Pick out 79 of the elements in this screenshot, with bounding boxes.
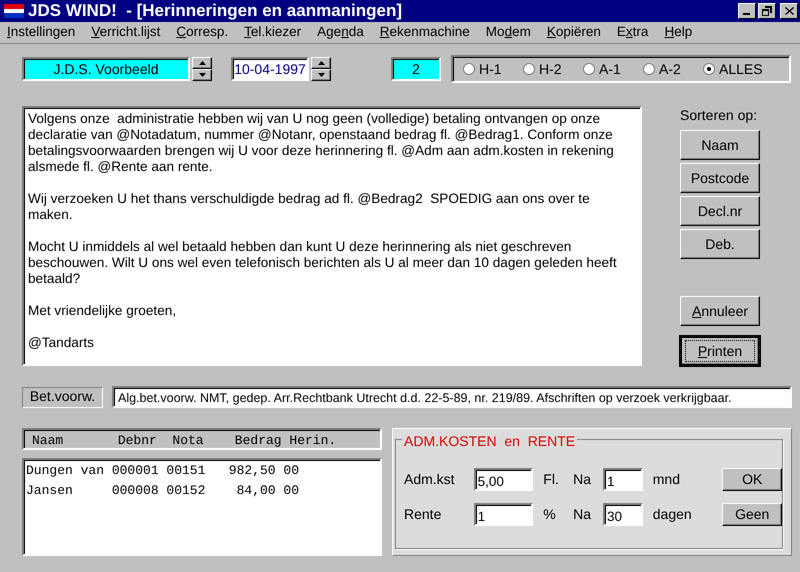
spin-up-button[interactable]	[311, 57, 331, 69]
sort-button[interactable]: Postcode	[680, 163, 760, 193]
unit-label: mnd	[652, 470, 681, 489]
menu-item[interactable]: Rekenmachine	[374, 22, 475, 43]
menu-item[interactable]: Kopiëren	[542, 22, 606, 43]
menu-item[interactable]: Corresp.	[171, 22, 234, 43]
field-label: Adm.kst	[404, 470, 456, 489]
down-arrow-icon	[198, 73, 206, 77]
patient-field[interactable]: J.D.S. Voorbeeld	[22, 57, 190, 81]
list-cell-text: Dungen van	[26, 462, 106, 480]
sort-button[interactable]: Naam	[680, 130, 760, 160]
filter-radio[interactable]: A-2	[643, 58, 703, 80]
menu-item[interactable]: Tel.kiezer	[239, 22, 306, 43]
unit-label: %	[543, 505, 557, 524]
amount-field[interactable]: 1	[474, 503, 534, 526]
unit-label: dagen	[652, 505, 693, 524]
filter-radio[interactable]: ALLES	[703, 58, 763, 80]
filter-radio[interactable]: H-1	[463, 58, 523, 80]
down-arrow-icon	[318, 73, 324, 77]
unit-label: Fl.	[543, 470, 560, 489]
period-field[interactable]: 1	[602, 468, 643, 491]
menu-item[interactable]: Extra	[612, 22, 654, 43]
up-arrow-icon	[318, 61, 324, 65]
restore-button[interactable]	[758, 3, 776, 19]
list-row[interactable]: Dungen van 000001 00151 982,50 00	[26, 461, 378, 480]
list-cell-text: 00151	[166, 462, 206, 480]
list-cell-text: 000001	[112, 462, 160, 480]
amount-field[interactable]: 5,00	[474, 468, 534, 491]
menu-item[interactable]: Instellingen	[2, 22, 80, 43]
window-title: JDS WIND! - [Herinneringen en aanmaningen]	[28, 0, 402, 22]
list-cell-text: 000008	[112, 482, 160, 500]
list-cell-text: 982,50	[228, 462, 276, 480]
period-field[interactable]: 30	[602, 503, 643, 526]
menu-item[interactable]: Help	[659, 22, 698, 43]
column-header: Bedrag	[234, 432, 282, 450]
menu-item[interactable]: Verricht.lijst	[86, 22, 166, 43]
up-arrow-icon	[198, 61, 206, 65]
letter-text-area[interactable]	[22, 106, 642, 366]
letter-paragraph: Met vriendelijke groeten,	[28, 303, 178, 319]
close-button[interactable]	[780, 3, 798, 19]
filter-radio[interactable]: H-2	[523, 58, 583, 80]
letter-paragraph: Wij verzoeken U het thans verschuldigde bedrag ad fl. @Bedrag2 SPOEDIG aan ons over te maken.	[28, 191, 591, 223]
list-cell-text: 00	[283, 482, 300, 500]
spin-up-button[interactable]	[192, 57, 212, 69]
column-header: Debnr	[118, 432, 158, 450]
letter-paragraph: Mocht U inmiddels al wel betaald hebben dan kunt U deze herinnering als niet geschreven beschouwen. Wilt U ons wel even telefonisch berichten als U al meer dan 10 dagen geleden heeft betaald?	[28, 239, 618, 287]
conditions-label: Bet.voorw.	[22, 386, 103, 408]
column-header: Naam	[32, 432, 64, 450]
column-header: Nota	[172, 432, 205, 450]
list-cell-text: 84,00	[236, 482, 276, 500]
field-label: Na	[573, 505, 592, 524]
list-row[interactable]: Jansen 000008 00152 84,00 00	[26, 480, 378, 500]
sort-button[interactable]: Decl.nr	[680, 196, 760, 226]
spin-down-button[interactable]	[192, 69, 212, 81]
spin-down-button[interactable]	[311, 69, 331, 81]
sort-label: Sorteren op:	[680, 106, 758, 125]
menu-item[interactable]: Agenda	[312, 22, 369, 43]
fee-button[interactable]: OK	[722, 468, 782, 491]
list-cell-text: Jansen	[26, 482, 74, 500]
action-button[interactable]: Annuleer	[680, 296, 760, 326]
fee-button[interactable]: Geen	[722, 503, 782, 526]
filter-radio[interactable]: A-1	[583, 58, 643, 80]
sort-button[interactable]: Deb.	[680, 229, 760, 259]
list-cell-text: 00	[283, 462, 300, 480]
flag-icon	[4, 4, 24, 18]
conditions-field[interactable]: Alg.bet.voorw. NMT, gedep. Arr.Rechtbank Utrecht d.d. 22-5-89, nr. 219/89. Afschriften op verzoek verkrijgbaar.	[112, 386, 792, 408]
menu-item[interactable]: Modem	[480, 22, 536, 43]
list-cell-text: 00152	[166, 482, 206, 500]
action-button[interactable]: Printen	[680, 336, 760, 366]
field-label: Na	[573, 470, 592, 489]
restore-icon	[762, 6, 772, 16]
letter-paragraph: Volgens onze administratie hebben wij van U nog geen (volledige) betaling ontvangen op onze declaratie van @Notadatum, nummer @Notanr, openstaand bedrag fl. @Bedrag1. Conform onze betalingsvoorwaarden brengen wij U voor deze herinnering fl. @Adm aan adm.kosten in rekening alsmede fl. @Rente aan rente.	[28, 111, 615, 175]
field-label: Rente	[404, 505, 442, 524]
close-icon	[784, 7, 794, 15]
column-header: Herin.	[289, 432, 338, 450]
date-field[interactable]: 10-04-1997	[231, 57, 309, 81]
count-field[interactable]: 2	[391, 57, 441, 81]
minimize-button[interactable]	[738, 3, 756, 19]
letter-paragraph: @Tandarts	[28, 335, 95, 351]
